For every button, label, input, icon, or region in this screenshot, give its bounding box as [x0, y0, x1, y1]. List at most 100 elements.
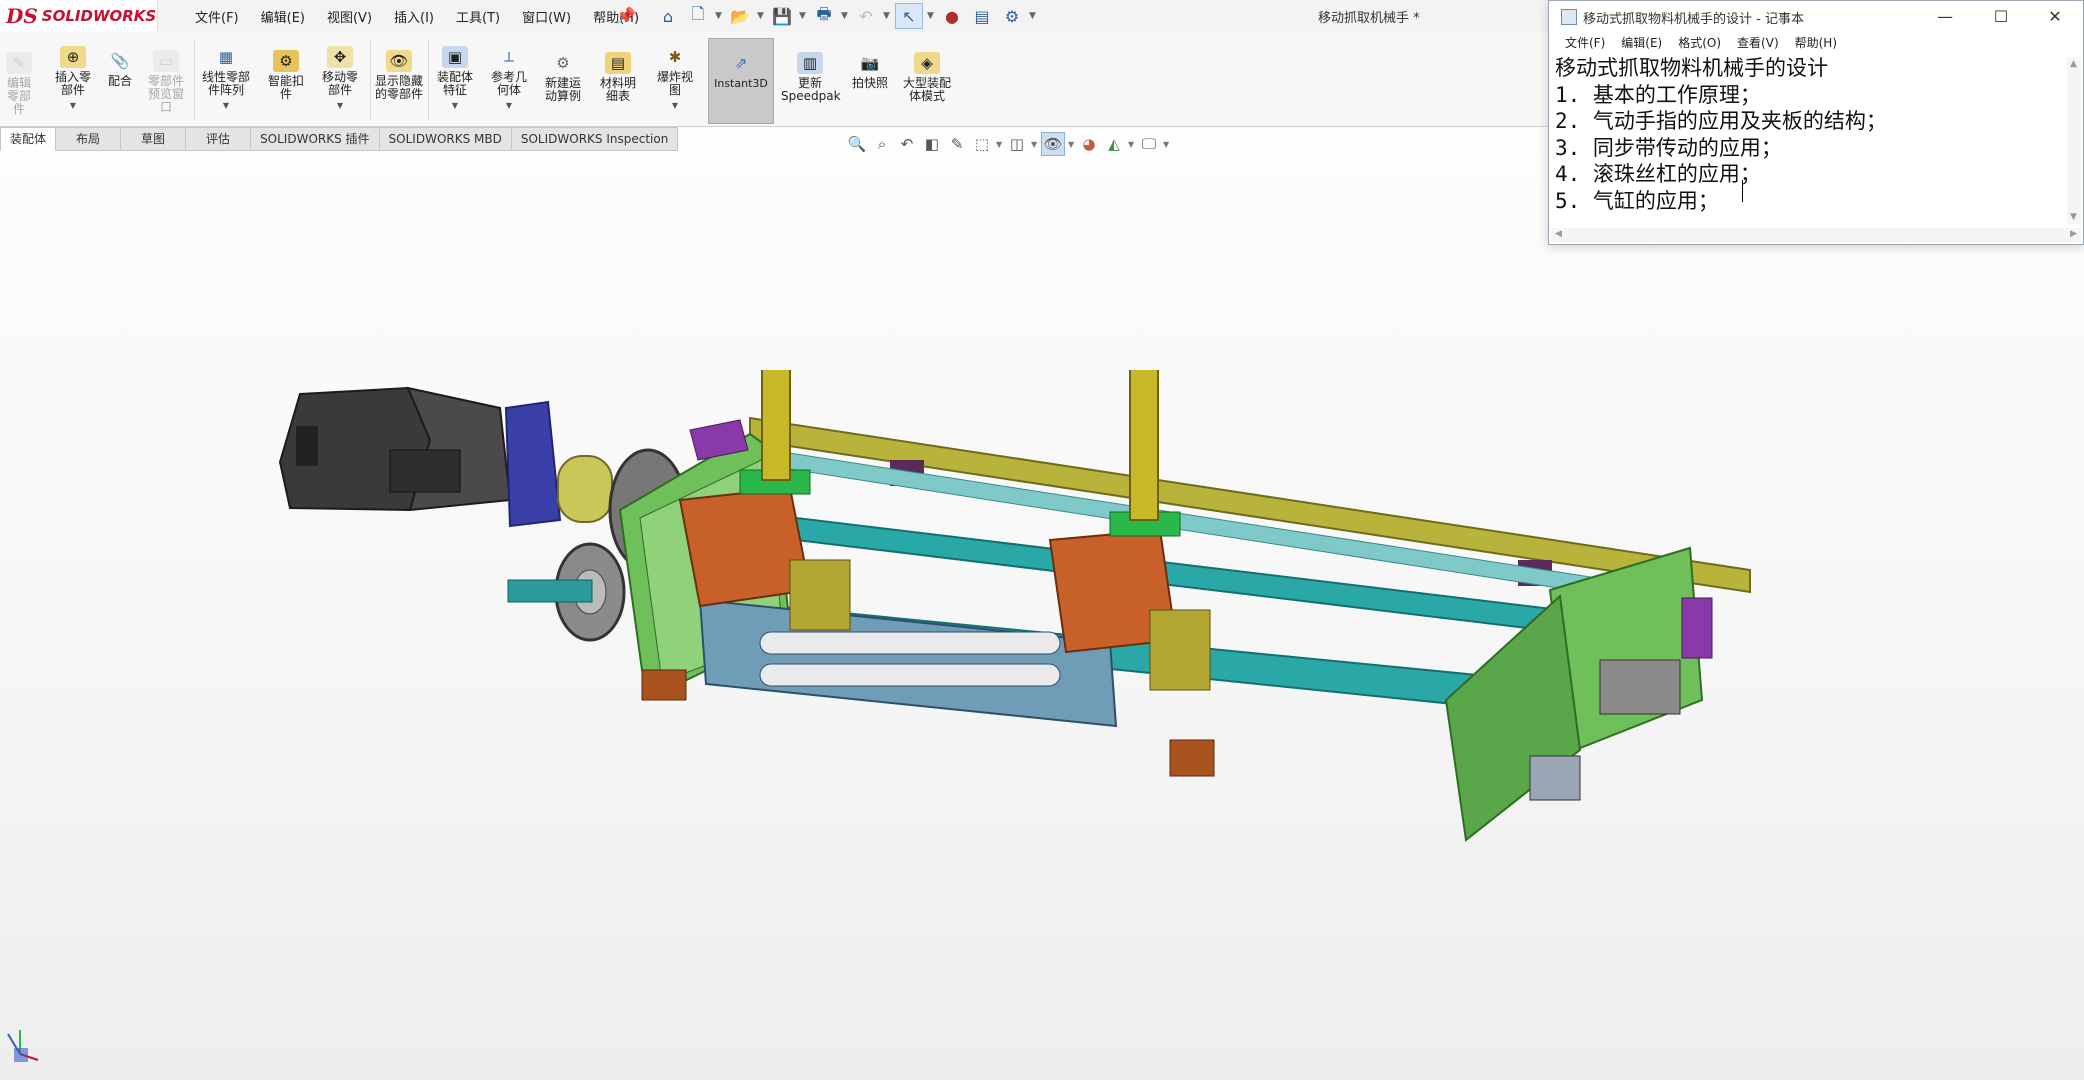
tab-assembly[interactable]: 装配体: [0, 127, 57, 151]
solidworks-title-bar: DS SOLIDWORKS 文件(F) 编辑(E) 视图(V) 插入(I) 工具…: [0, 0, 1548, 33]
menu-file[interactable]: 文件(F): [184, 7, 250, 26]
hide-show-dropdown-icon[interactable]: ▼: [1068, 140, 1075, 149]
pin-menu-icon[interactable]: 📌: [616, 6, 636, 25]
notepad-menu-edit[interactable]: 编辑(E): [1613, 34, 1670, 51]
menu-view[interactable]: 视图(V): [316, 7, 383, 26]
view-orientation-icon[interactable]: ⬚: [971, 133, 993, 155]
undo-dropdown-icon[interactable]: ▼: [883, 11, 891, 21]
notepad-menu-format[interactable]: 格式(O): [1670, 34, 1729, 51]
new-dropdown-icon[interactable]: ▼: [715, 11, 723, 21]
motion-study-icon: ⚙: [556, 53, 570, 72]
view-orientation-dropdown-icon[interactable]: ▼: [996, 140, 1003, 149]
new-document-icon[interactable]: 🗋: [685, 4, 711, 28]
insert-component-button[interactable]: ⊕ 插入零部件 ▼: [48, 46, 98, 128]
select-pointer-icon[interactable]: ↖: [895, 3, 923, 29]
linear-pattern-button[interactable]: ▦ 线性零部件阵列 ▼: [196, 46, 256, 128]
scroll-down-icon[interactable]: ▼: [2070, 212, 2077, 222]
reference-geometry-button[interactable]: ⟂ 参考几何体 ▼: [484, 46, 534, 128]
mate-button[interactable]: 📎 配合: [100, 50, 140, 132]
options-gear-icon[interactable]: ⚙: [999, 4, 1025, 28]
previous-view-icon[interactable]: ↶: [896, 133, 918, 155]
notepad-menu-view[interactable]: 查看(V): [1729, 34, 1787, 51]
menu-window[interactable]: 窗口(W): [511, 7, 582, 26]
notepad-menu-help[interactable]: 帮助(H): [1787, 34, 1845, 51]
notepad-horizontal-scrollbar[interactable]: ◀ ▶: [1551, 228, 2081, 242]
assembly-3d-model[interactable]: [270, 370, 1790, 850]
notepad-title-bar[interactable]: 移动式抓取物料机械手的设计 - 记事本 — ☐ ✕: [1549, 1, 2083, 31]
instant3d-button[interactable]: ⇗ Instant3D: [710, 52, 772, 134]
take-snapshot-button[interactable]: 📷 拍快照: [846, 52, 894, 134]
scroll-left-icon[interactable]: ◀: [1555, 229, 1562, 239]
mate-paperclip-icon: 📎: [110, 51, 130, 70]
open-folder-icon[interactable]: 📂: [727, 4, 753, 28]
tab-solidworks-inspection[interactable]: SOLIDWORKS Inspection: [511, 127, 679, 151]
assembly-features-button[interactable]: ▣ 装配体特征 ▼: [430, 46, 480, 128]
menu-edit[interactable]: 编辑(E): [250, 7, 316, 26]
edit-component-button[interactable]: ✎ 编辑零部件: [0, 52, 38, 134]
notepad-text-area[interactable]: 移动式抓取物料机械手的设计 1. 基本的工作原理； 2. 气动手指的应用及夹板的结构…: [1555, 55, 2063, 224]
quick-access-toolbar: ⌂ 🗋 ▼ 📂 ▼ 💾 ▼ 🖶 ▼ ↶ ▼ ↖ ▼ ● ▤ ⚙ ▼: [655, 3, 1037, 29]
tab-evaluate[interactable]: 评估: [186, 127, 252, 151]
component-preview-button[interactable]: ▭ 零部件预览窗口: [142, 50, 190, 132]
tab-layout[interactable]: 布局: [56, 127, 122, 151]
reference-geometry-icon: ⟂: [503, 47, 514, 66]
tab-solidworks-addins[interactable]: SOLIDWORKS 插件: [251, 127, 380, 151]
update-speedpak-button[interactable]: ▥ 更新Speedpak: [778, 52, 842, 134]
tab-solidworks-mbd[interactable]: SOLIDWORKS MBD: [379, 127, 512, 151]
insert-component-dropdown-icon[interactable]: ▼: [70, 99, 76, 112]
smart-fasteners-button[interactable]: ⚙ 智能扣件: [262, 50, 310, 132]
show-hidden-components-button[interactable]: 👁 显示隐藏的零部件: [372, 50, 426, 132]
apply-scene-icon[interactable]: ◭: [1103, 133, 1125, 155]
scroll-up-icon[interactable]: ▲: [2070, 59, 2077, 69]
large-assembly-mode-button[interactable]: ◈ 大型装配体模式: [900, 52, 954, 134]
linear-pattern-icon: ▦: [218, 47, 234, 66]
servo-motor[interactable]: [278, 386, 512, 512]
view-settings-dropdown-icon[interactable]: ▼: [1163, 140, 1170, 149]
display-style-icon[interactable]: ◫: [1006, 133, 1028, 155]
hide-show-items-icon[interactable]: 👁: [1041, 132, 1065, 156]
notepad-menu-file[interactable]: 文件(F): [1557, 34, 1613, 51]
maximize-icon[interactable]: ☐: [1979, 4, 2023, 28]
exploded-view-button[interactable]: ✱ 爆炸视图 ▼: [650, 46, 700, 128]
save-icon[interactable]: 💾: [769, 4, 795, 28]
close-icon[interactable]: ✕: [2033, 4, 2077, 28]
open-dropdown-icon[interactable]: ▼: [757, 11, 765, 21]
right-frame-plate[interactable]: [1444, 546, 1713, 842]
file-properties-icon[interactable]: ▤: [969, 4, 995, 28]
tab-sketch[interactable]: 草图: [121, 127, 187, 151]
options-dropdown-icon[interactable]: ▼: [1029, 11, 1037, 21]
view-settings-icon[interactable]: 🖵: [1138, 133, 1160, 155]
bill-of-materials-button[interactable]: ▤ 材料明细表: [594, 52, 642, 134]
rebuild-icon[interactable]: ●: [939, 4, 965, 28]
apply-scene-dropdown-icon[interactable]: ▼: [1128, 140, 1135, 149]
home-icon[interactable]: ⌂: [655, 4, 681, 28]
edit-appearance-icon[interactable]: ◕: [1078, 133, 1100, 155]
move-component-button[interactable]: ✥ 移动零部件 ▼: [314, 46, 366, 128]
display-style-dropdown-icon[interactable]: ▼: [1031, 140, 1038, 149]
assembly-features-dropdown-icon[interactable]: ▼: [452, 99, 458, 112]
section-view-icon[interactable]: ◧: [921, 133, 943, 155]
zoom-to-fit-icon[interactable]: 🔍: [846, 133, 868, 155]
linear-pattern-dropdown-icon[interactable]: ▼: [223, 99, 229, 112]
move-component-dropdown-icon[interactable]: ▼: [337, 99, 343, 112]
menu-tools[interactable]: 工具(T): [445, 7, 511, 26]
select-dropdown-icon[interactable]: ▼: [927, 11, 935, 21]
menu-insert[interactable]: 插入(I): [383, 7, 445, 26]
solidworks-logo[interactable]: DS SOLIDWORKS: [0, 0, 158, 32]
scroll-right-icon[interactable]: ▶: [2070, 229, 2077, 239]
camera-icon: 📷: [860, 53, 880, 72]
top-guide-rail[interactable]: [749, 416, 1751, 594]
minimize-icon[interactable]: —: [1923, 4, 1967, 28]
zoom-to-area-icon[interactable]: ⌕: [871, 133, 893, 155]
notepad-vertical-scrollbar[interactable]: ▲ ▼: [2067, 57, 2081, 224]
ds-logo-mark: DS: [6, 4, 38, 28]
dynamic-annotation-icon[interactable]: ✎: [946, 133, 968, 155]
save-dropdown-icon[interactable]: ▼: [799, 11, 807, 21]
reference-geometry-dropdown-icon[interactable]: ▼: [506, 99, 512, 112]
print-dropdown-icon[interactable]: ▼: [841, 11, 849, 21]
motor-mount-plate[interactable]: [504, 400, 613, 528]
print-icon[interactable]: 🖶: [811, 4, 837, 28]
exploded-view-dropdown-icon[interactable]: ▼: [672, 99, 678, 112]
undo-icon[interactable]: ↶: [853, 4, 879, 28]
new-motion-study-button[interactable]: ⚙ 新建运动算例: [538, 52, 588, 134]
